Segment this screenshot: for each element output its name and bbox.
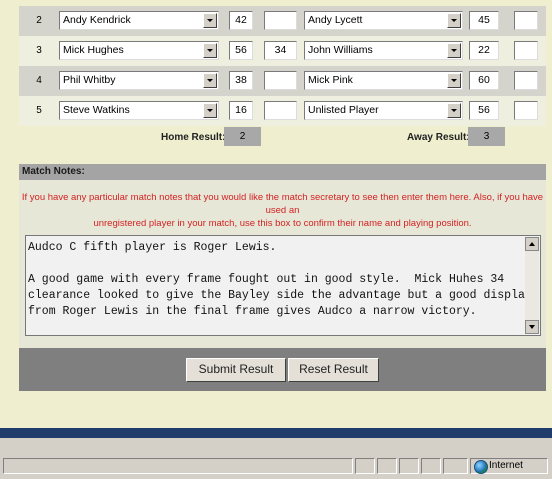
home-break-input[interactable]	[264, 11, 297, 30]
home-player-select[interactable]: Mick Hughes	[59, 41, 219, 60]
home-break-input[interactable]	[264, 71, 297, 90]
away-player-value: Unlisted Player	[308, 104, 379, 116]
away-player-select[interactable]: John Williams	[304, 41, 463, 60]
chevron-down-icon[interactable]	[447, 13, 461, 28]
home-result-value: 2	[224, 127, 261, 146]
frame-row-5: 5 Steve Watkins 16 Unlisted Player 56	[19, 96, 546, 126]
match-notes-textarea[interactable]: Audco C fifth player is Roger Lewis. A g…	[25, 235, 541, 336]
home-break-input[interactable]: 34	[264, 41, 297, 60]
home-player-value: Phil Whitby	[63, 74, 116, 86]
chevron-down-icon[interactable]	[447, 43, 461, 58]
chevron-down-icon[interactable]	[447, 103, 461, 118]
home-score-input[interactable]: 42	[229, 11, 253, 30]
chevron-down-icon[interactable]	[203, 103, 217, 118]
away-score-input[interactable]: 45	[469, 11, 499, 30]
away-result-value: 3	[468, 127, 505, 146]
away-score-input[interactable]: 56	[469, 101, 499, 120]
away-player-select[interactable]: Andy Lycett	[304, 11, 463, 30]
status-text-cell	[3, 458, 353, 474]
away-score-input[interactable]: 22	[469, 41, 499, 60]
security-zone-label: Internet	[489, 460, 523, 471]
scrollbar[interactable]	[525, 237, 539, 334]
away-player-value: Mick Pink	[308, 74, 353, 86]
page-footer-band	[0, 428, 552, 438]
home-score-input[interactable]: 56	[229, 41, 253, 60]
chevron-down-icon[interactable]	[203, 43, 217, 58]
browser-status-bar	[0, 452, 552, 479]
away-break-input[interactable]	[514, 11, 538, 30]
status-cell	[355, 458, 375, 474]
match-notes-instructions: If you have any particular match notes t…	[19, 191, 546, 230]
instructions-line: If you have any particular match notes t…	[21, 192, 544, 216]
frame-number: 4	[36, 75, 42, 86]
away-player-value: Andy Lycett	[308, 14, 363, 26]
match-notes-header: Match Notes:	[19, 164, 546, 180]
status-cell	[399, 458, 419, 474]
home-score-input[interactable]: 38	[229, 71, 253, 90]
home-player-value: Steve Watkins	[63, 104, 130, 116]
home-player-select[interactable]: Phil Whitby	[59, 71, 219, 90]
instructions-line: unregistered player in your match, use t…	[93, 218, 472, 229]
home-score-input[interactable]: 16	[229, 101, 253, 120]
internet-globe-icon	[474, 460, 488, 474]
scroll-up-icon[interactable]	[525, 237, 539, 251]
scroll-down-icon[interactable]	[525, 320, 539, 334]
status-cell	[421, 458, 441, 474]
away-player-select[interactable]: Mick Pink	[304, 71, 463, 90]
frame-row-4: 4 Phil Whitby 38 Mick Pink 60	[19, 66, 546, 96]
away-player-select[interactable]: Unlisted Player	[304, 101, 463, 120]
chevron-down-icon[interactable]	[203, 13, 217, 28]
frame-number: 2	[36, 15, 42, 26]
home-player-select[interactable]: Andy Kendrick	[59, 11, 219, 30]
away-score-input[interactable]: 60	[469, 71, 499, 90]
home-player-value: Andy Kendrick	[63, 14, 131, 26]
status-cell	[377, 458, 397, 474]
window-frame	[0, 438, 552, 453]
submit-result-button[interactable]: Submit Result	[186, 358, 286, 382]
frame-row-3: 3 Mick Hughes 56 34 John Williams 22	[19, 36, 546, 66]
match-notes-text[interactable]: Audco C fifth player is Roger Lewis. A g…	[28, 240, 532, 320]
status-cell	[443, 458, 468, 474]
frame-row-2: 2 Andy Kendrick 42 Andy Lycett 45	[19, 6, 546, 36]
home-player-select[interactable]: Steve Watkins	[59, 101, 219, 120]
reset-result-button[interactable]: Reset Result	[288, 358, 379, 382]
away-break-input[interactable]	[514, 101, 538, 120]
chevron-down-icon[interactable]	[447, 73, 461, 88]
away-player-value: John Williams	[308, 44, 373, 56]
chevron-down-icon[interactable]	[203, 73, 217, 88]
away-break-input[interactable]	[514, 71, 538, 90]
frame-number: 3	[36, 45, 42, 56]
away-result-label: Away Result:	[407, 132, 470, 143]
away-break-input[interactable]	[514, 41, 538, 60]
frame-number: 5	[36, 105, 42, 116]
home-break-input[interactable]	[264, 101, 297, 120]
home-player-value: Mick Hughes	[63, 44, 124, 56]
home-result-label: Home Result:	[161, 132, 226, 143]
